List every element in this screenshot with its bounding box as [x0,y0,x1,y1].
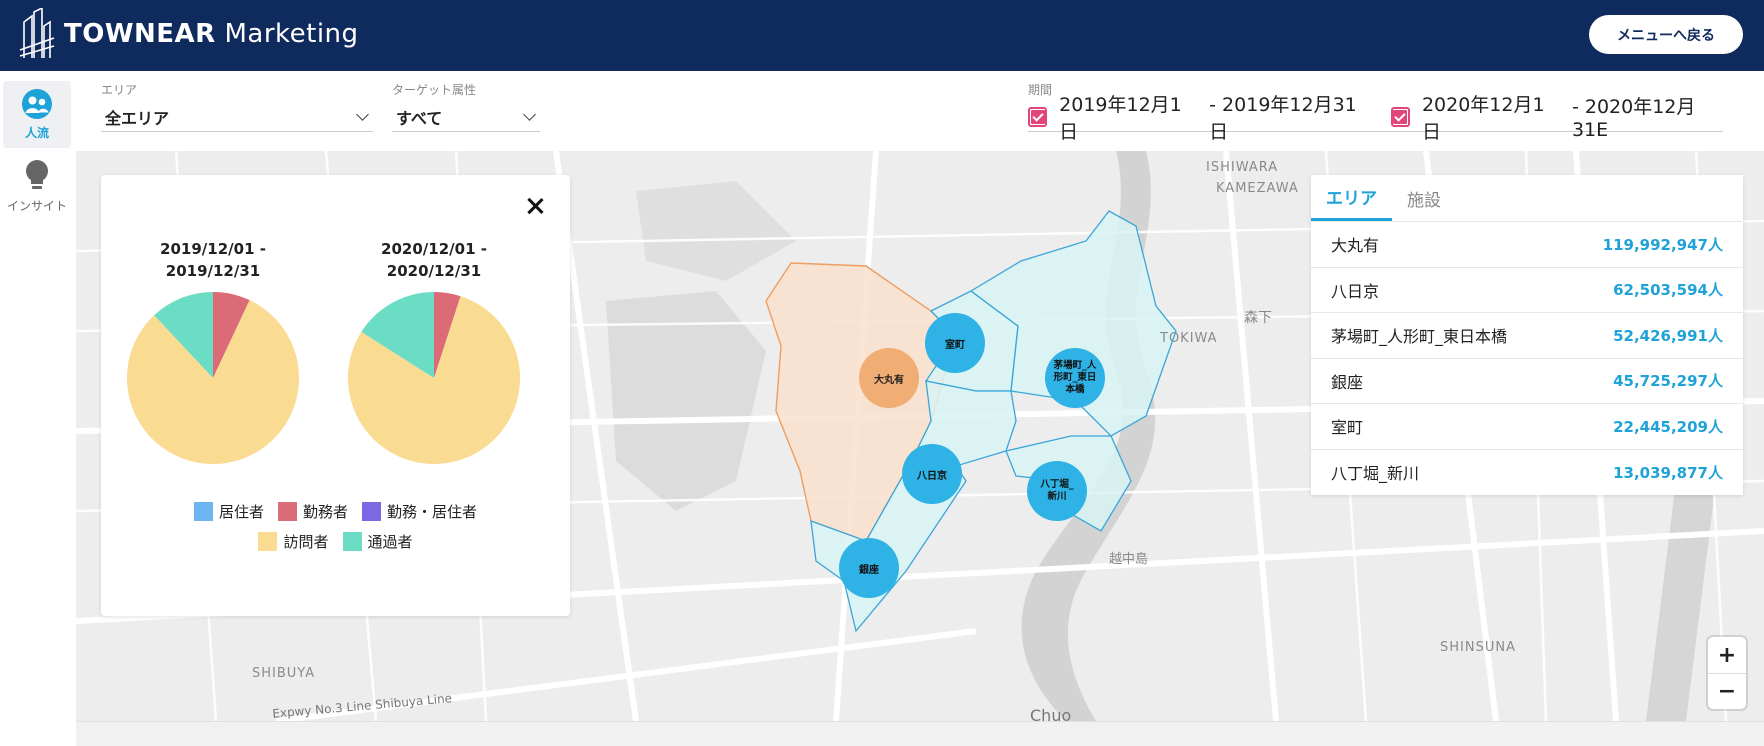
lightbulb-icon [26,160,48,189]
ranking-area-name: 大丸有 [1331,236,1380,256]
close-icon[interactable] [526,197,544,215]
area-select[interactable]: 全エリア [101,102,373,132]
period-1-from[interactable]: 2019年12月1日 [1059,90,1193,144]
bottom-strip [76,721,1764,746]
ranking-row[interactable]: 茅場町_人形町_東日本橋 52,426,991人 [1311,313,1743,359]
ranking-area-count: 119,992,947人 [1602,235,1723,254]
ranking-area-name: 銀座 [1331,372,1364,392]
ranking-area-name: 室町 [1331,418,1364,438]
map-place-label: TOKIWA [1160,331,1218,346]
map-place-label: 森下 [1244,310,1272,326]
area-ranking-panel: エリア 施設 大丸有 119,992,947人 八日京 62,503,594人 茅場… [1311,175,1743,495]
zoom-control: + − [1708,637,1746,709]
ranking-row[interactable]: 八丁堀_新川 13,039,877人 [1311,450,1743,496]
legend-swatch [258,532,278,551]
sidebar-item-people-flow[interactable]: 人流 [3,81,71,148]
map-place-label: SHIBUYA [252,666,316,681]
area-filter: エリア 全エリア [101,81,373,132]
composition-chart-card: 2019/12/01 - 2019/12/31 2020/12/01 - 202… [101,175,570,616]
period-2-checkbox[interactable] [1390,106,1410,127]
period-1-to[interactable]: - 2019年12月31日 [1209,90,1367,144]
legend-swatch [277,502,297,521]
chart-legend: 居住者 勤務者 勤務・居住者 [101,501,570,522]
period-1-checkbox[interactable] [1028,106,1048,127]
map-place-label: Chuo [1030,706,1072,721]
ranking-row[interactable]: 八日京 62,503,594人 [1311,268,1743,313]
map-place-label: ISHIWARA [1206,160,1279,175]
chart-legend-row-2: 訪問者 通過者 [101,531,570,552]
area-select-value: 全エリア [105,108,170,128]
tab-area[interactable]: エリア [1311,175,1392,221]
ranking-area-count: 52,426,991人 [1613,326,1723,345]
back-to-menu-button[interactable]: メニューへ戻る [1589,15,1743,54]
area-marker-kayabacho[interactable]: 茅場町_人形町_東日本橋 [1045,348,1105,408]
ranking-area-count: 45,725,297人 [1613,372,1723,391]
pie-title-2020: 2020/12/01 - 2020/12/31 [381,240,487,280]
legend-item-passerby[interactable]: 通過者 [342,531,413,552]
chevron-down-icon [523,108,536,121]
map-place-label: SHINSUNA [1440,640,1516,655]
ranking-row[interactable]: 銀座 45,725,297人 [1311,359,1743,404]
area-marker-yaesu[interactable]: 八日京 [902,444,962,504]
ranking-row[interactable]: 大丸有 119,992,947人 [1311,222,1743,268]
ranking-area-name: 茅場町_人形町_東日本橋 [1331,327,1508,347]
sidebar-item-label: インサイト [6,199,67,213]
chevron-down-icon [356,108,369,121]
zoom-out-button[interactable]: − [1708,673,1746,709]
period-filter: 期間 2019年12月1日 - 2019年12月31日 2020年12月1日 -… [1028,81,1723,143]
legend-item-worker[interactable]: 勤務者 [277,501,348,522]
legend-swatch [362,502,381,521]
legend-swatch [193,502,213,521]
ranking-tabs: エリア 施設 [1311,175,1743,222]
area-filter-caption: エリア [101,83,138,97]
area-marker-hatchobori[interactable]: 八丁堀_新川 [1027,461,1087,521]
sidebar: 人流 インサイト [0,71,76,746]
sidebar-item-insight[interactable]: インサイト [3,153,71,220]
sidebar-item-label: 人流 [24,126,49,140]
area-marker-muromachi[interactable]: 室町 [925,313,985,373]
brand-name: TOWNEAR Marketing [64,19,359,49]
legend-swatch [342,532,362,551]
target-filter-caption: ターゲット属性 [392,83,477,97]
ranking-area-count: 62,503,594人 [1613,281,1723,300]
legend-item-worker-resident[interactable]: 勤務・居住者 [362,501,477,522]
target-select-value: すべて [396,108,443,128]
map-place-label: KAMEZAWA [1216,181,1299,196]
townear-logo[interactable]: TOWNEAR Marketing [18,8,359,60]
area-marker-daimaruyu[interactable]: 大丸有 [859,348,919,408]
people-icon [22,89,52,119]
pie-chart-2020[interactable] [348,292,520,464]
legend-item-resident[interactable]: 居住者 [193,501,264,522]
top-bar: TOWNEAR Marketing メニューへ戻る [0,0,1764,71]
target-select[interactable]: すべて [392,102,540,132]
ranking-area-name: 八丁堀_新川 [1331,464,1420,484]
map-place-label: 越中島 [1109,552,1149,567]
ranking-row[interactable]: 室町 22,445,209人 [1311,404,1743,450]
ranking-area-count: 22,445,209人 [1613,417,1723,436]
period-2-to[interactable]: - 2020年12月31E [1572,92,1723,141]
pie-title-2019: 2019/12/01 - 2019/12/31 [160,240,266,280]
period-2-from[interactable]: 2020年12月1日 [1422,90,1556,144]
tab-facility[interactable]: 施設 [1392,175,1456,221]
area-marker-ginza[interactable]: 銀座 [839,538,899,598]
zoom-in-button[interactable]: + [1708,637,1746,673]
ranking-area-count: 13,039,877人 [1613,463,1723,482]
building-logo-icon [19,8,55,58]
target-filter: ターゲット属性 すべて [392,81,540,132]
ranking-area-name: 八日京 [1331,281,1380,301]
filter-bar: エリア 全エリア ターゲット属性 すべて 期間 2019年12月1日 - 201… [76,71,1764,151]
legend-item-visitor[interactable]: 訪問者 [258,531,329,552]
pie-chart-2019[interactable] [127,292,299,464]
